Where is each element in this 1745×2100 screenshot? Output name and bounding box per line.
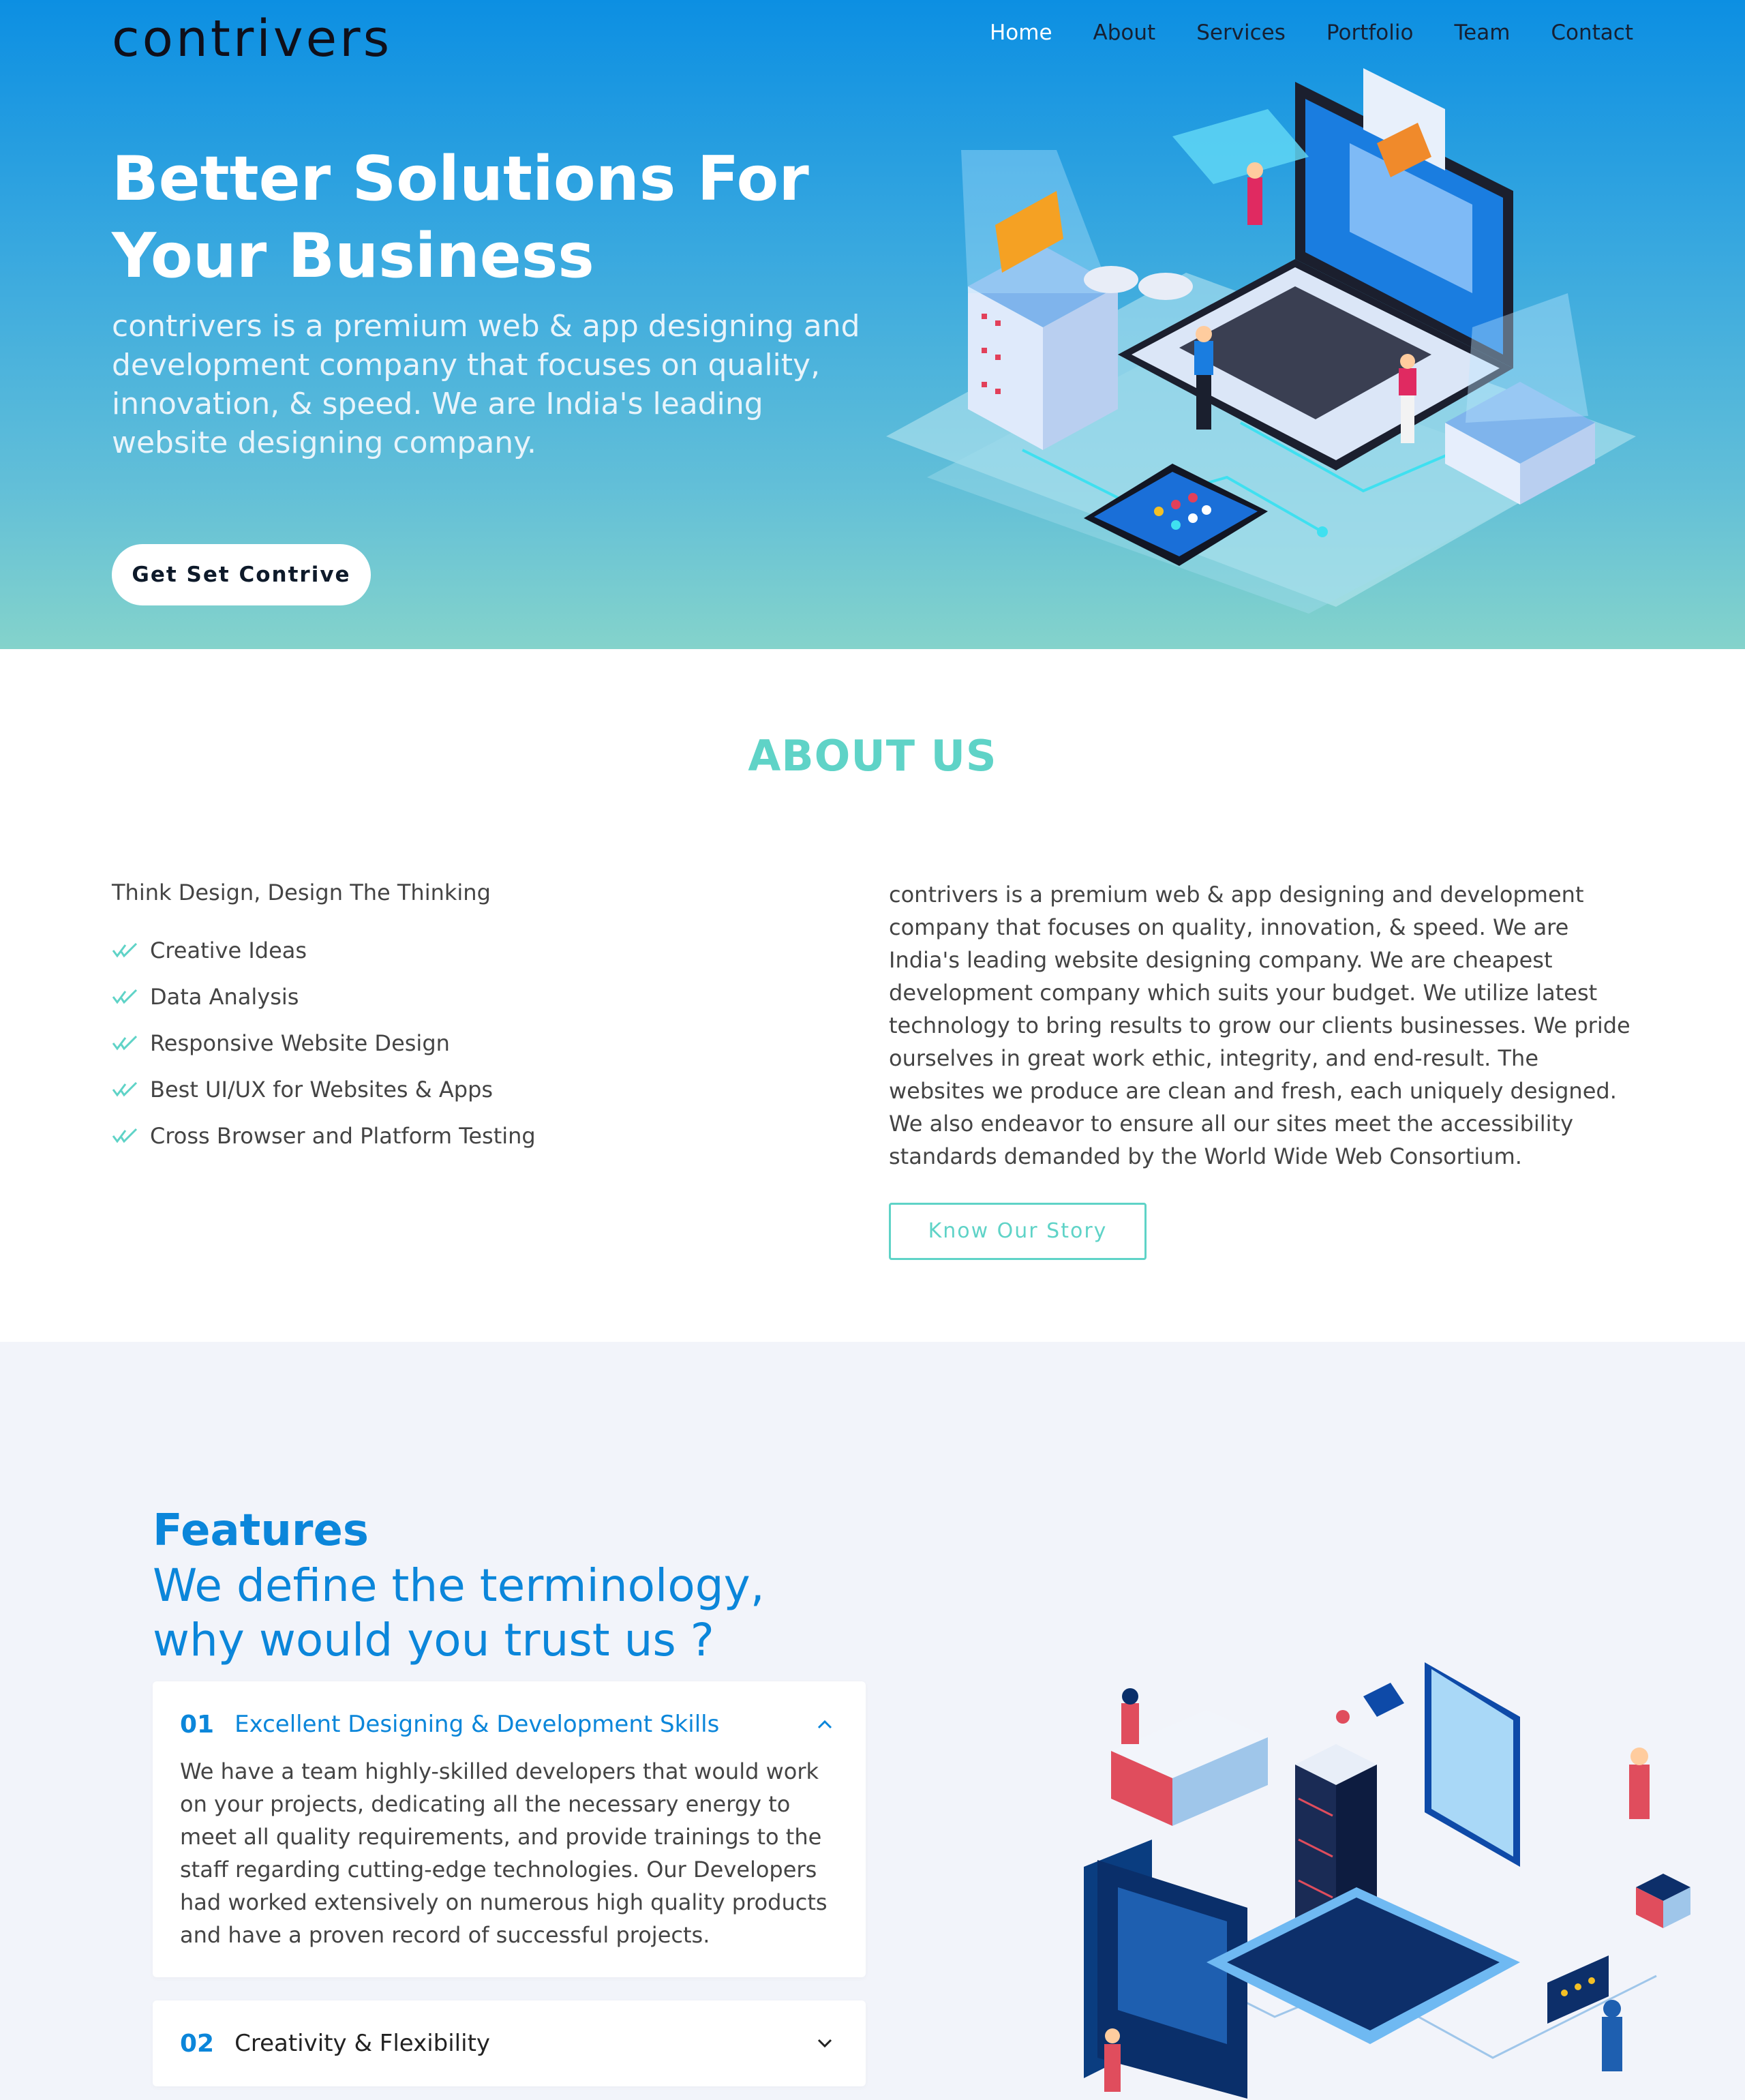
features-illustration xyxy=(1084,1662,1690,2099)
nav-item-home[interactable]: Home xyxy=(990,20,1052,45)
list-item: Best UI/UX for Websites & Apps xyxy=(112,1066,536,1113)
chevron-up-icon[interactable] xyxy=(811,1711,838,1738)
accordion-item-collapsed: 02 Creativity & Flexibility xyxy=(153,2000,866,2086)
double-check-icon xyxy=(112,1035,138,1051)
double-check-icon xyxy=(112,989,138,1004)
about-title: ABOUT US xyxy=(748,731,997,781)
accordion-title: Creativity & Flexibility xyxy=(234,2030,491,2057)
hero-title-line2: Your Business xyxy=(112,220,594,292)
list-item: Data Analysis xyxy=(112,974,536,1020)
accordion-number: 01 xyxy=(180,1710,215,1739)
list-item: Cross Browser and Platform Testing xyxy=(112,1113,536,1159)
hero-subtitle: contrivers is a premium web & app design… xyxy=(112,309,860,460)
get-set-contrive-button[interactable]: Get Set Contrive xyxy=(112,544,371,605)
list-item-label: Responsive Website Design xyxy=(150,1030,450,1056)
accordion-body: We have a team highly-skilled developers… xyxy=(180,1758,828,1948)
features-title: Features xyxy=(153,1505,369,1556)
brand-logo[interactable]: contrivers xyxy=(112,10,392,68)
list-item: Creative Ideas xyxy=(112,927,536,974)
list-item-label: Best UI/UX for Websites & Apps xyxy=(150,1077,494,1102)
hero-title: Better Solutions For Your Business xyxy=(112,140,862,295)
features-subtitle: We define the terminology, why would you… xyxy=(153,1559,765,1666)
double-check-icon xyxy=(112,1081,138,1097)
list-item: Responsive Website Design xyxy=(112,1020,536,1066)
nav-item-services[interactable]: Services xyxy=(1196,20,1286,45)
accordion-title: Excellent Designing & Development Skills xyxy=(234,1711,720,1738)
accordion-header[interactable]: 02 Creativity & Flexibility xyxy=(180,2000,838,2086)
list-item-label: Creative Ideas xyxy=(150,937,307,963)
features-section: Features We define the terminology, why … xyxy=(0,1342,1745,2100)
nav-item-contact[interactable]: Contact xyxy=(1551,20,1633,45)
list-item-label: Cross Browser and Platform Testing xyxy=(150,1123,536,1149)
about-description: contrivers is a premium web & app design… xyxy=(889,882,1630,1169)
hero-title-line1: Better Solutions For xyxy=(112,143,809,215)
hero-section: contrivers Home About Services Portfolio… xyxy=(0,0,1745,649)
nav-item-team[interactable]: Team xyxy=(1454,20,1510,45)
list-item-label: Data Analysis xyxy=(150,984,299,1010)
double-check-icon xyxy=(112,1128,138,1143)
accordion-number: 02 xyxy=(180,2029,215,2058)
hero-illustration xyxy=(886,68,1636,614)
chevron-down-icon[interactable] xyxy=(811,2030,838,2057)
about-lead: Think Design, Design The Thinking xyxy=(112,880,491,905)
about-section: ABOUT US Think Design, Design The Thinki… xyxy=(0,649,1745,1342)
double-check-icon xyxy=(112,942,138,958)
know-our-story-button[interactable]: Know Our Story xyxy=(889,1203,1147,1260)
nav-item-about[interactable]: About xyxy=(1093,20,1156,45)
main-nav: Home About Services Portfolio Team Conta… xyxy=(949,20,1633,45)
nav-item-portfolio[interactable]: Portfolio xyxy=(1326,20,1414,45)
accordion-item-expanded: 01 Excellent Designing & Development Ski… xyxy=(153,1681,866,1977)
about-feature-list: Creative Ideas Data Analysis Responsive … xyxy=(112,927,536,1159)
